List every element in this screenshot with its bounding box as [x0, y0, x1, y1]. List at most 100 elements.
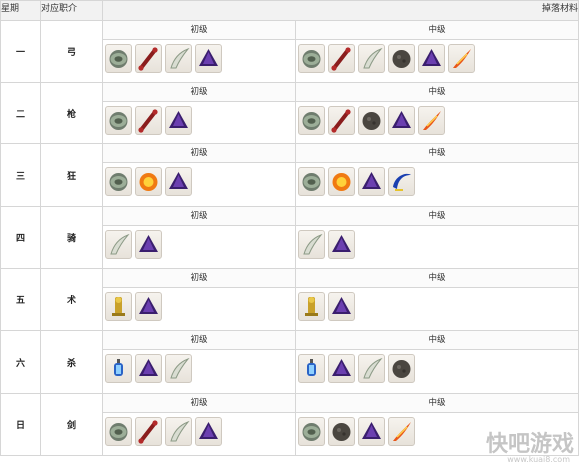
- golden-idol-icon: [298, 292, 325, 321]
- fire-orb-icon: [328, 167, 355, 196]
- day-cell: 五: [0, 268, 41, 331]
- jade-disc-icon: [298, 106, 325, 135]
- jade-disc-icon: [298, 44, 325, 73]
- phoenix-feather-icon: [388, 417, 415, 446]
- basic-items: [103, 40, 295, 73]
- tier-label-mid: 中级: [296, 269, 579, 288]
- tier-label-mid: 中级: [296, 207, 579, 226]
- purple-crystal-icon: [195, 44, 222, 73]
- tier-label-mid: 中级: [296, 83, 579, 102]
- claw-icon: [298, 230, 325, 259]
- purple-crystal-icon: [195, 417, 222, 446]
- job-cell: 杀: [40, 330, 103, 394]
- mid-drops-cell: 中级: [294, 206, 580, 269]
- day-row: 一弓初级 中级: [0, 20, 580, 83]
- basic-drops-cell: 初级: [102, 268, 296, 331]
- tier-label-basic: 初级: [103, 331, 295, 350]
- job-cell: 术: [40, 268, 103, 331]
- phoenix-feather-icon: [418, 106, 445, 135]
- job-cell: 骑: [40, 206, 103, 269]
- tier-label-mid: 中级: [296, 331, 579, 350]
- basic-drops-cell: 初级: [102, 206, 296, 269]
- claw-icon: [105, 230, 132, 259]
- jade-disc-icon: [298, 417, 325, 446]
- basic-drops-cell: 初级: [102, 143, 296, 207]
- job-cell: 弓: [40, 20, 103, 83]
- purple-crystal-icon: [165, 167, 192, 196]
- basic-items: [103, 163, 295, 196]
- header-day: 星期: [0, 0, 41, 21]
- day-row: 五术初级 中级: [0, 268, 580, 331]
- purple-crystal-icon: [418, 44, 445, 73]
- mid-items: [296, 350, 578, 383]
- mid-drops-cell: 中级: [294, 82, 580, 144]
- jade-disc-icon: [105, 106, 132, 135]
- basic-items: [103, 413, 295, 446]
- purple-crystal-icon: [135, 230, 162, 259]
- bone-icon: [135, 106, 162, 135]
- basic-items: [103, 350, 295, 383]
- table-header-row: 星期 对应职介 掉落材料: [0, 0, 580, 21]
- purple-crystal-icon: [328, 292, 355, 321]
- mid-drops-cell: 中级: [294, 268, 580, 331]
- jade-disc-icon: [298, 167, 325, 196]
- job-cell: 剑: [40, 393, 103, 456]
- dark-ore-icon: [328, 417, 355, 446]
- day-row: 三狂初级 中级: [0, 143, 580, 207]
- jade-disc-icon: [105, 167, 132, 196]
- mid-items: [296, 40, 578, 73]
- tier-label-basic: 初级: [103, 144, 295, 163]
- watermark-logo: 快吧游戏: [485, 432, 574, 457]
- drop-table-view: 星期 对应职介 掉落材料 一弓初级 中级二枪初级 中级三狂初级 中级四骑初级 中级五术初…: [0, 0, 580, 464]
- mid-items: [296, 288, 578, 321]
- dark-ore-icon: [388, 44, 415, 73]
- drop-schedule-table: 星期 对应职介 掉落材料 一弓初级 中级二枪初级 中级三狂初级 中级四骑初级 中级五术初…: [0, 0, 580, 456]
- lantern-icon: [298, 354, 325, 383]
- basic-drops-cell: 初级: [102, 330, 296, 394]
- basic-drops-cell: 初级: [102, 20, 296, 83]
- mid-drops-cell: 中级: [294, 330, 580, 394]
- dark-ore-icon: [358, 106, 385, 135]
- mid-items: [296, 226, 578, 259]
- dark-ore-icon: [388, 354, 415, 383]
- day-cell: 四: [0, 206, 41, 269]
- basic-items: [103, 102, 295, 135]
- day-cell: 三: [0, 143, 41, 207]
- purple-crystal-icon: [388, 106, 415, 135]
- day-row: 二枪初级 中级: [0, 82, 580, 144]
- claw-icon: [358, 44, 385, 73]
- purple-crystal-icon: [135, 354, 162, 383]
- basic-items: [103, 226, 295, 259]
- header-drops: 掉落材料: [101, 0, 580, 21]
- day-row: 六杀初级 中级: [0, 330, 580, 394]
- basic-items: [103, 288, 295, 321]
- fire-orb-icon: [135, 167, 162, 196]
- basic-drops-cell: 初级: [102, 393, 296, 456]
- phoenix-feather-icon: [448, 44, 475, 73]
- tier-label-basic: 初级: [103, 269, 295, 288]
- day-cell: 一: [0, 20, 41, 83]
- day-cell: 日: [0, 393, 41, 456]
- mid-drops-cell: 中级: [294, 20, 580, 83]
- crescent-icon: [388, 167, 415, 196]
- watermark-url: www.kuai8.com: [507, 455, 570, 464]
- day-cell: 六: [0, 330, 41, 394]
- purple-crystal-icon: [165, 106, 192, 135]
- purple-crystal-icon: [358, 417, 385, 446]
- claw-icon: [165, 354, 192, 383]
- job-cell: 枪: [40, 82, 103, 144]
- tier-label-basic: 初级: [103, 394, 295, 413]
- golden-idol-icon: [105, 292, 132, 321]
- claw-icon: [358, 354, 385, 383]
- claw-icon: [165, 44, 192, 73]
- mid-items: [296, 102, 578, 135]
- purple-crystal-icon: [328, 230, 355, 259]
- tier-label-mid: 中级: [296, 394, 579, 413]
- mid-drops-cell: 中级: [294, 143, 580, 207]
- purple-crystal-icon: [135, 292, 162, 321]
- lantern-icon: [105, 354, 132, 383]
- jade-disc-icon: [105, 417, 132, 446]
- basic-drops-cell: 初级: [102, 82, 296, 144]
- bone-icon: [328, 106, 355, 135]
- jade-disc-icon: [105, 44, 132, 73]
